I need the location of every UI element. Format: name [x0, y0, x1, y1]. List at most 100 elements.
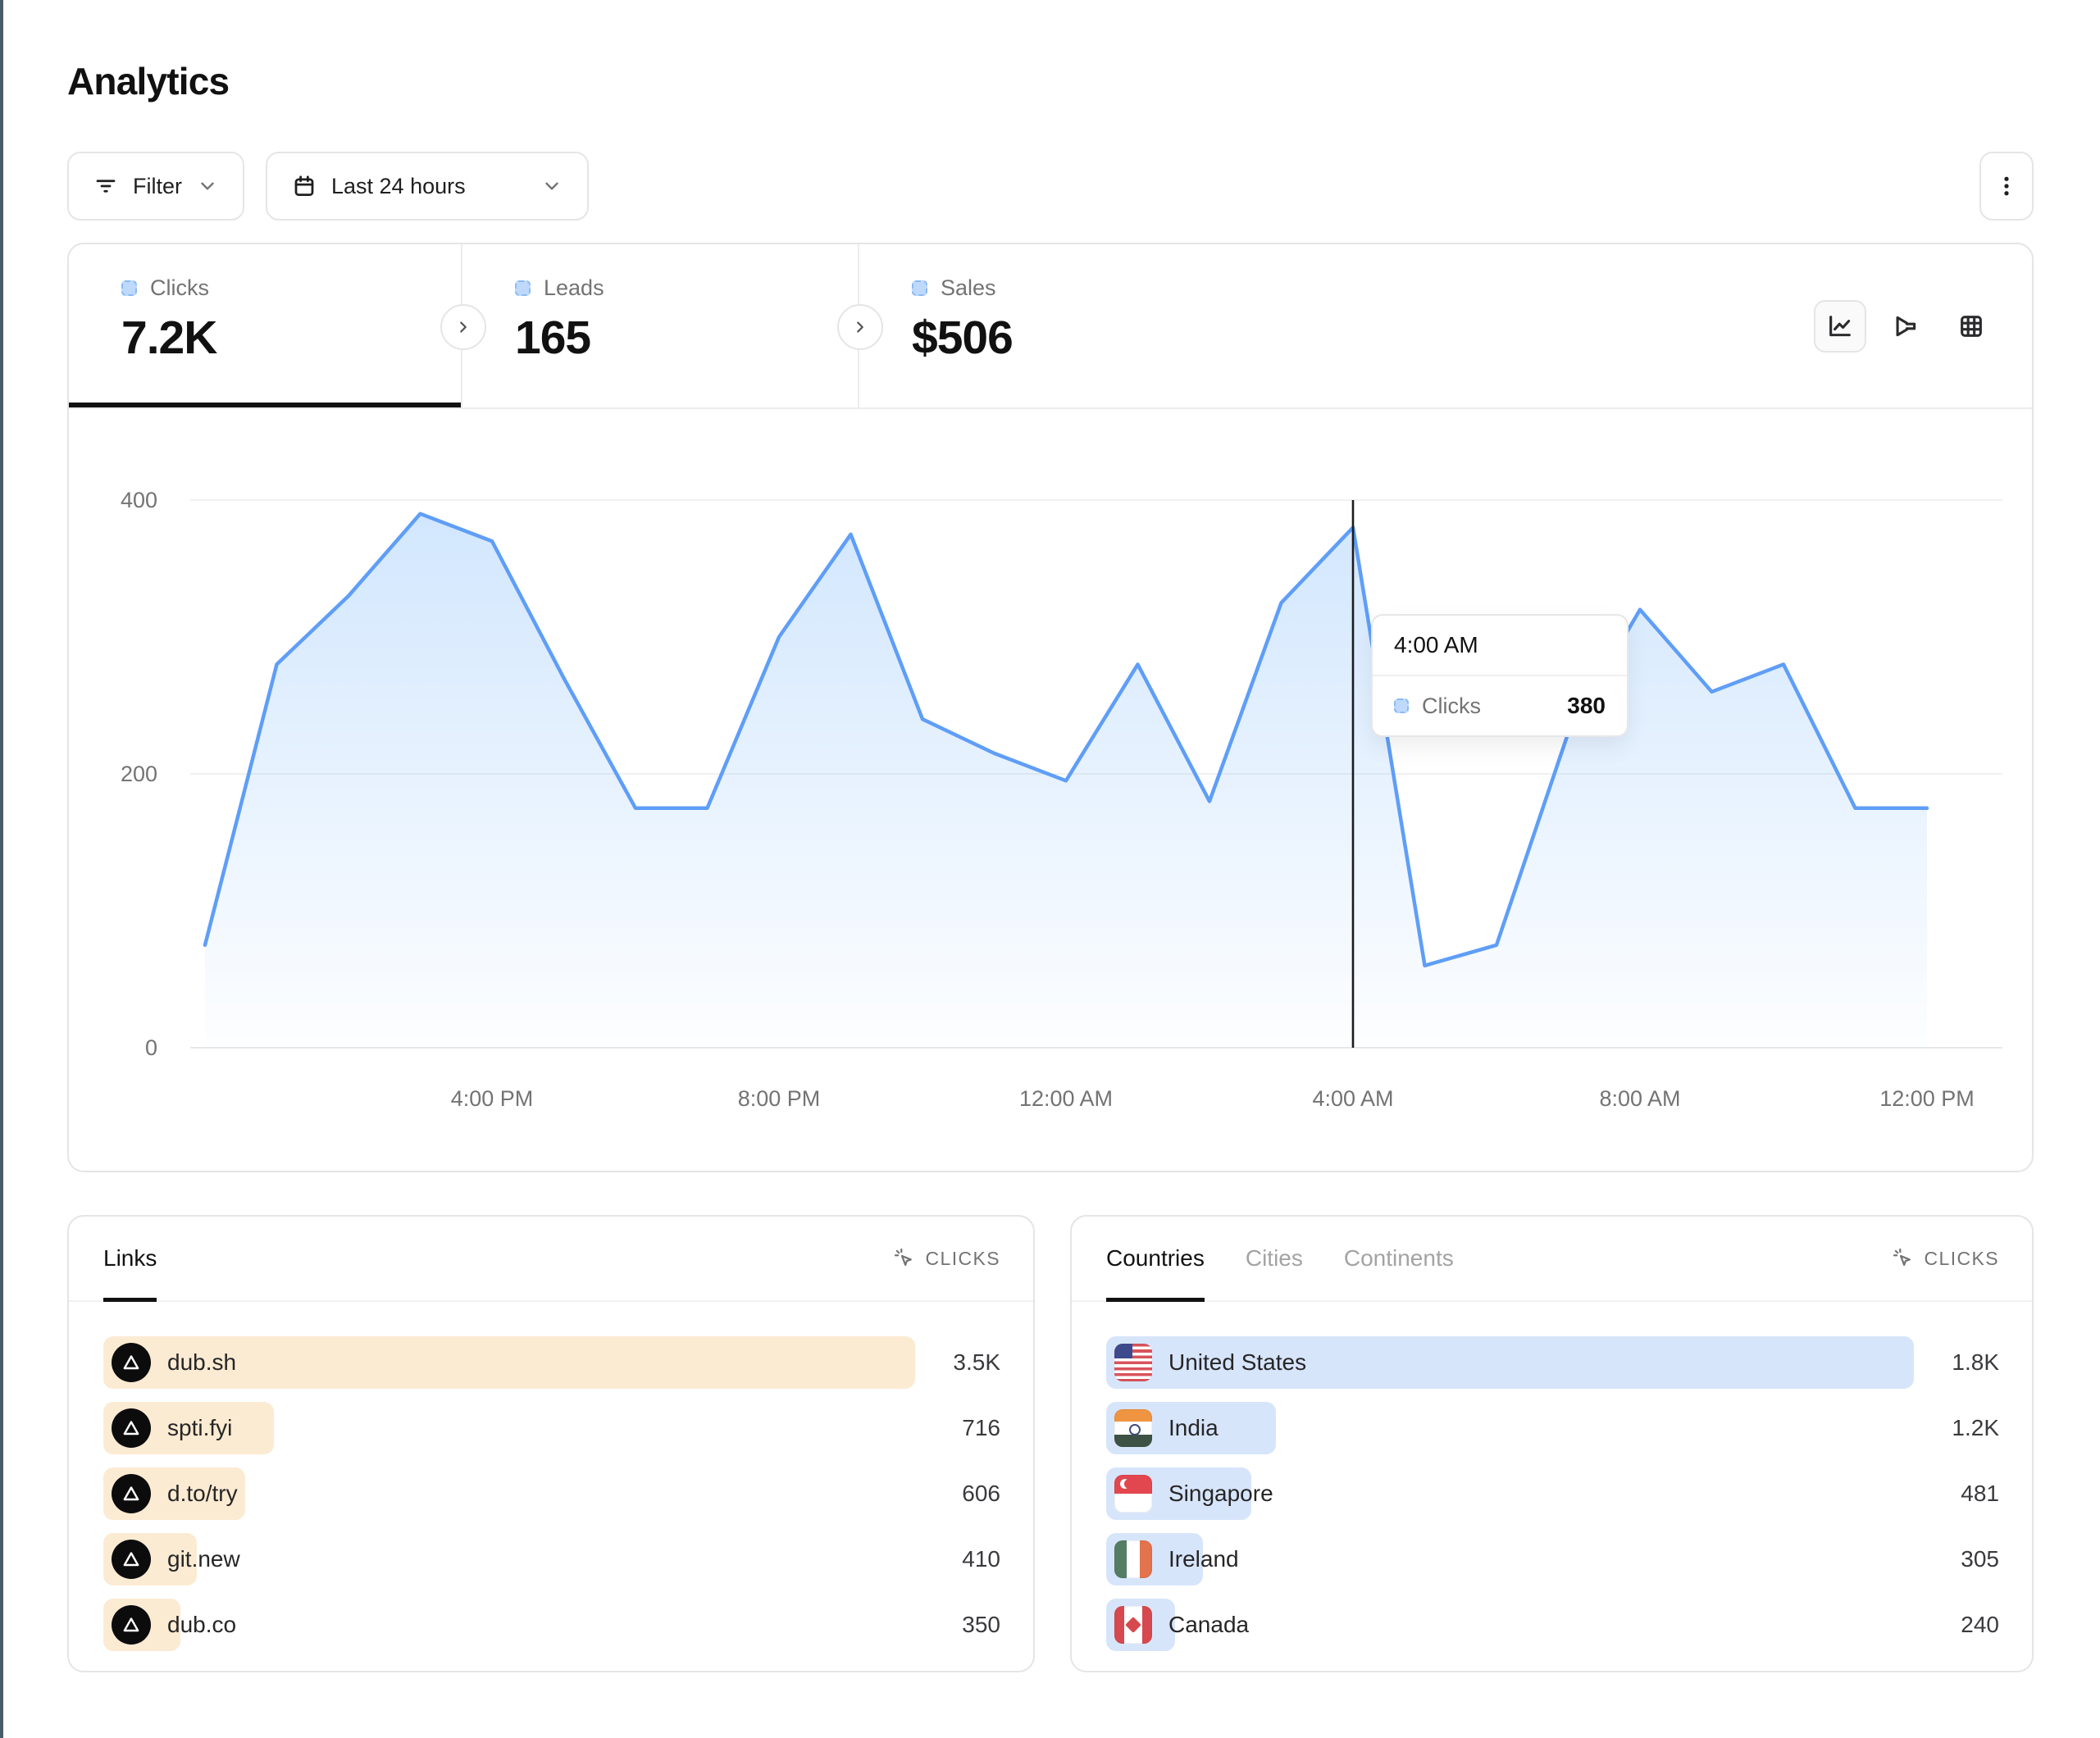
bar-area: India — [1106, 1402, 1914, 1454]
x-axis-label: 8:00 PM — [713, 1086, 845, 1112]
tooltip-series-label: Clicks — [1422, 694, 1481, 719]
row-label: spti.fyi — [167, 1415, 232, 1441]
bar-area: Ireland — [1106, 1533, 1914, 1586]
x-axis-label: 12:00 PM — [1861, 1086, 1993, 1112]
x-axis-label: 12:00 AM — [1000, 1086, 1132, 1112]
filter-button[interactable]: Filter — [67, 152, 244, 221]
row-label: United States — [1168, 1349, 1306, 1376]
tooltip-series-value: 380 — [1567, 693, 1606, 719]
row-label: India — [1168, 1415, 1219, 1441]
row-value: 410 — [915, 1546, 1000, 1572]
tab-cities[interactable]: Cities — [1246, 1217, 1303, 1300]
row-label: dub.co — [167, 1612, 236, 1638]
row-content: Ireland — [1114, 1533, 1239, 1586]
sales-series-swatch — [912, 280, 927, 296]
country-row-Canada[interactable]: Canada 240 — [1106, 1599, 1999, 1651]
row-content: d.to/try — [112, 1467, 238, 1520]
clicks-series-swatch — [121, 280, 137, 296]
link-row-dub.co[interactable]: dub.co 350 — [103, 1599, 1000, 1651]
link-row-git.new[interactable]: git.new 410 — [103, 1533, 1000, 1586]
ie-flag-icon — [1114, 1540, 1152, 1578]
clicks-value: 7.2K — [121, 311, 461, 365]
row-value: 350 — [915, 1612, 1000, 1638]
in-flag-icon — [1114, 1409, 1152, 1447]
tab-sales[interactable]: Sales $506 — [859, 244, 1204, 407]
table-toggle-button[interactable] — [1945, 300, 1998, 353]
page-title: Analytics — [67, 59, 229, 103]
cursor-click-icon — [893, 1247, 916, 1270]
row-value: 606 — [915, 1481, 1000, 1507]
row-label: dub.sh — [167, 1349, 236, 1376]
funnel-chart-toggle-button[interactable] — [1879, 300, 1932, 353]
bar-area: Canada — [1106, 1599, 1914, 1651]
row-content: git.new — [112, 1533, 240, 1586]
chart-canvas[interactable] — [190, 498, 2002, 1049]
dub-logo-icon — [112, 1540, 151, 1579]
bar-area: dub.co — [103, 1599, 915, 1651]
dub-logo-icon — [112, 1408, 151, 1448]
sales-value: $506 — [912, 311, 1204, 365]
toolbar: Filter Last 24 hours — [67, 152, 2034, 221]
chevron-down-icon — [197, 175, 218, 197]
leads-value: 165 — [515, 311, 858, 365]
row-content: India — [1114, 1402, 1219, 1454]
tab-continents[interactable]: Continents — [1344, 1217, 1454, 1300]
countries-metric-button[interactable]: CLICKS — [1892, 1217, 1999, 1300]
row-content: United States — [1114, 1336, 1306, 1389]
line-chart-icon — [1826, 312, 1854, 340]
row-value: 1.8K — [1914, 1349, 1999, 1376]
filter-icon — [93, 174, 118, 198]
tab-clicks[interactable]: Clicks 7.2K — [69, 244, 462, 407]
row-value: 240 — [1914, 1612, 1999, 1638]
row-label: Singapore — [1168, 1481, 1273, 1507]
row-label: git.new — [167, 1546, 240, 1572]
links-panel: Links CLICKS dub.sh 3.5K spti.fyi716 d.to/t… — [67, 1215, 1035, 1672]
line-chart-toggle-button[interactable] — [1814, 300, 1866, 353]
country-row-India[interactable]: India 1.2K — [1106, 1402, 1999, 1454]
bar-area: d.to/try — [103, 1467, 915, 1520]
bar-area: git.new — [103, 1533, 915, 1586]
links-metric-button[interactable]: CLICKS — [893, 1217, 1000, 1300]
row-content: dub.co — [112, 1599, 236, 1651]
row-content: Canada — [1114, 1599, 1249, 1651]
row-value: 3.5K — [915, 1349, 1000, 1376]
x-axis-label: 4:00 PM — [426, 1086, 558, 1112]
left-accent-strip — [0, 0, 3, 1738]
kebab-menu-icon — [1994, 174, 2019, 198]
expand-sales-button[interactable] — [837, 304, 883, 350]
row-value: 1.2K — [1914, 1415, 1999, 1441]
chevron-right-icon — [454, 318, 472, 336]
tab-leads[interactable]: Leads 165 — [462, 244, 859, 407]
row-content: Singapore — [1114, 1467, 1273, 1520]
row-label: d.to/try — [167, 1481, 238, 1507]
dub-logo-icon — [112, 1343, 151, 1382]
date-range-button[interactable]: Last 24 hours — [266, 152, 589, 221]
leads-series-swatch — [515, 280, 531, 296]
country-row-Ireland[interactable]: Ireland305 — [1106, 1533, 1999, 1586]
link-row-d.to/try[interactable]: d.to/try 606 — [103, 1467, 1000, 1520]
grid-table-icon — [1957, 312, 1985, 340]
y-axis-label: 400 — [69, 485, 157, 516]
clicks-timeseries-chart[interactable]: 02004004:00 PM8:00 PM12:00 AM4:00 AM8:00… — [69, 409, 2032, 1171]
dub-logo-icon — [112, 1605, 151, 1645]
dub-logo-icon — [112, 1474, 151, 1513]
link-row-spti.fyi[interactable]: spti.fyi716 — [103, 1402, 1000, 1454]
row-value: 481 — [1914, 1481, 1999, 1507]
y-axis-label: 0 — [69, 1032, 157, 1063]
tab-links[interactable]: Links — [103, 1217, 157, 1300]
countries-panel: Countries Cities Continents CLICKS Unite… — [1070, 1215, 2034, 1672]
x-axis-label: 8:00 AM — [1574, 1086, 1706, 1112]
more-options-button[interactable] — [1979, 152, 2034, 221]
tab-countries[interactable]: Countries — [1106, 1217, 1205, 1300]
chevron-down-icon — [541, 175, 563, 197]
row-content: dub.sh — [112, 1336, 236, 1389]
stats-tabs: Clicks 7.2K Leads 165 Sales $506 — [69, 244, 2032, 409]
country-row-Singapore[interactable]: Singapore 481 — [1106, 1467, 1999, 1520]
chart-tooltip: 4:00 AM Clicks 380 — [1371, 614, 1629, 737]
calendar-icon — [292, 174, 317, 198]
us-flag-icon — [1114, 1344, 1152, 1381]
row-content: spti.fyi — [112, 1402, 232, 1454]
country-row-United States[interactable]: United States 1.8K — [1106, 1336, 1999, 1389]
link-row-dub.sh[interactable]: dub.sh 3.5K — [103, 1336, 1000, 1389]
expand-leads-button[interactable] — [440, 304, 486, 350]
